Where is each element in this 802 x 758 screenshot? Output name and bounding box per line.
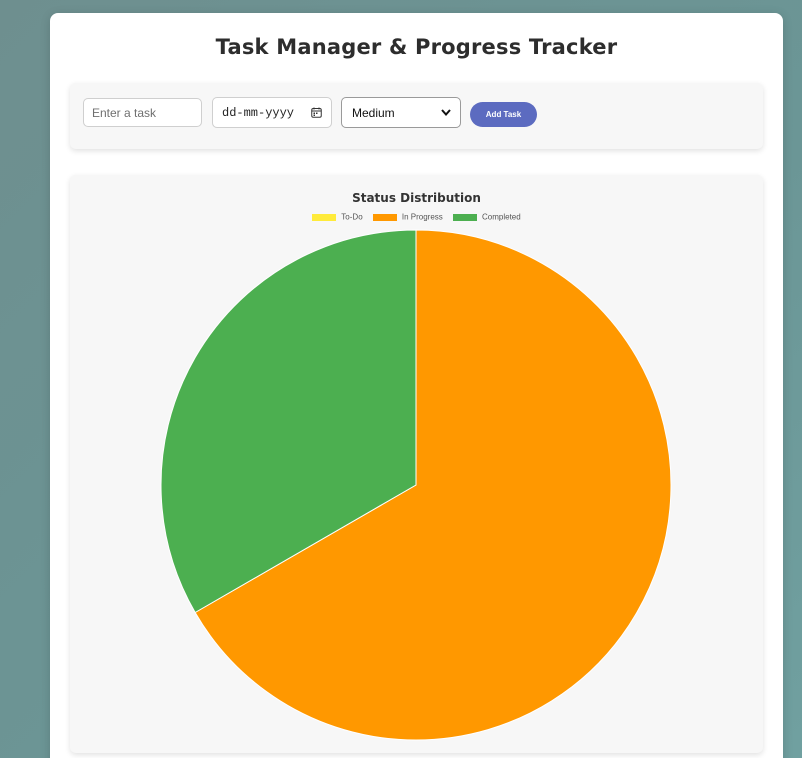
calendar-icon[interactable] (311, 107, 322, 118)
chevron-down-icon (441, 109, 451, 116)
priority-selected-value: Medium (352, 106, 395, 120)
priority-select[interactable]: Medium (341, 97, 461, 128)
task-input[interactable] (83, 98, 202, 127)
add-task-button[interactable]: Add Task (470, 102, 537, 127)
status-chart-panel: Status Distribution To-Do In Progress Co… (70, 175, 763, 753)
status-pie-chart (160, 229, 672, 741)
date-placeholder: dd-mm-yyyy (222, 106, 295, 120)
page-title: Task Manager & Progress Tracker (215, 35, 618, 59)
task-form: dd-mm-yyyy Medium Add Task (70, 83, 763, 149)
app-card: Task Manager & Progress Tracker dd-mm-yy… (50, 13, 783, 758)
due-date-field[interactable]: dd-mm-yyyy (212, 97, 332, 128)
